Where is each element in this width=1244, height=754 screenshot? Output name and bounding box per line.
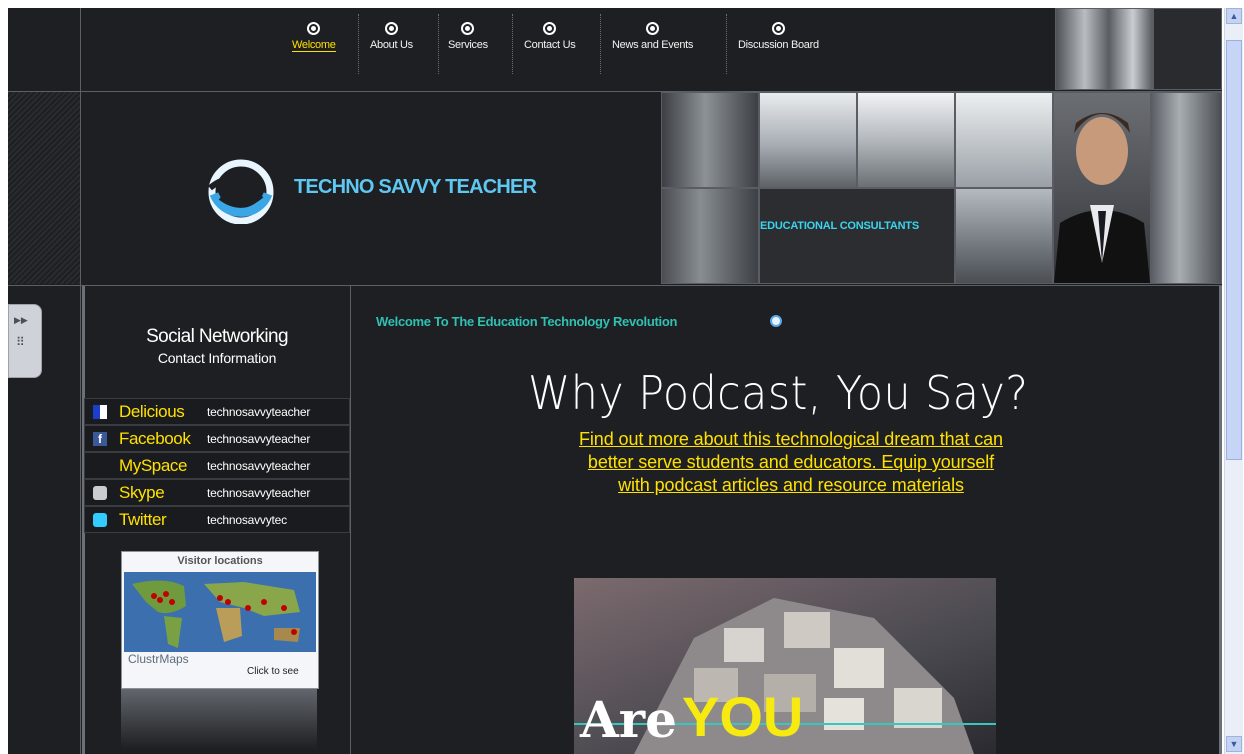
are-you-poster: Are YOU (574, 578, 996, 754)
map-reflection (121, 689, 317, 749)
banner-hatch-pattern (8, 92, 80, 284)
side-expand-tab[interactable]: ▶▶ ⠿ (8, 304, 42, 378)
network-row-twitter[interactable]: Twitter technosavvytec (84, 506, 350, 533)
left-divider (80, 8, 81, 754)
network-row-myspace[interactable]: MySpace technosavvyteacher (84, 452, 350, 479)
photo-tile (759, 188, 955, 284)
nav-services[interactable]: Services (448, 22, 488, 51)
nav-bullet-icon (646, 22, 660, 35)
banner-photo-grid (661, 92, 1222, 284)
photo-tile (955, 188, 1053, 284)
photo-tile (661, 92, 759, 188)
network-row-delicious[interactable]: Delicious technosavvyteacher (84, 398, 350, 425)
skype-icon (93, 486, 107, 500)
delicious-icon (93, 405, 107, 419)
header-corner-tile (1153, 8, 1222, 90)
portrait-photo (1053, 92, 1151, 284)
brand-name: TECHNO SAVVY TEACHER (294, 176, 537, 198)
nav-separator (358, 14, 359, 74)
scroll-up-icon[interactable]: ▲ (1226, 8, 1242, 24)
nav-news-and-events[interactable]: News and Events (612, 22, 693, 51)
network-row-facebook[interactable]: f Facebook technosavvyteacher (84, 425, 350, 452)
photo-tile (1151, 92, 1222, 284)
nav-contact-us[interactable]: Contact Us (524, 22, 576, 51)
click-to-see-link[interactable]: Click to see (247, 666, 299, 677)
brand-tagline: EDUCATIONAL CONSULTANTS (760, 220, 919, 232)
facebook-icon: f (93, 432, 107, 446)
nav-bullet-icon (543, 22, 557, 35)
sidebar: Social Networking Contact Information De… (84, 288, 350, 754)
nav-welcome[interactable]: Welcome (292, 22, 336, 52)
world-map-icon (124, 572, 316, 652)
podcast-promo-link[interactable]: Find out more about this technological d… (486, 428, 1096, 497)
businessman-portrait-icon (1054, 113, 1150, 283)
network-row-skype[interactable]: Skype technosavvyteacher (84, 479, 350, 506)
nav-bullet-icon (771, 22, 785, 35)
content-right-border (1219, 286, 1222, 754)
photo-tile (661, 188, 759, 284)
nav-separator (726, 14, 727, 74)
photo-tile (759, 92, 857, 188)
podcast-headline: Why Podcast, You Say? (528, 366, 1029, 420)
top-navigation: Welcome About Us Services Contact Us New… (82, 8, 1056, 90)
welcome-heading: Welcome To The Education Technology Revo… (376, 314, 678, 329)
photo-tile (857, 92, 955, 188)
sidebar-subtitle: Contact Information (157, 350, 277, 366)
logo-icon (208, 159, 274, 224)
nav-discussion-board[interactable]: Discussion Board (738, 22, 819, 51)
sidebar-right-border (350, 286, 351, 754)
scroll-thumb[interactable] (1226, 40, 1242, 460)
scroll-down-icon[interactable]: ▼ (1226, 736, 1242, 752)
nav-about-us[interactable]: About Us (370, 22, 413, 51)
nav-bullet-icon (307, 22, 321, 35)
nav-bullet-icon (384, 22, 398, 35)
browser-viewport: Welcome About Us Services Contact Us New… (8, 8, 1222, 754)
twitter-icon (93, 513, 107, 527)
grip-icon: ⠿ (16, 335, 25, 349)
globe-icon (770, 315, 782, 327)
sidebar-title: Social Networking (146, 326, 288, 347)
vertical-scrollbar[interactable]: ▲ ▼ (1224, 8, 1243, 754)
nav-separator (438, 14, 439, 74)
building-photo-tile (1055, 8, 1153, 90)
banner-divider (8, 285, 1222, 286)
photo-tile (955, 92, 1053, 188)
nav-bullet-icon (461, 22, 475, 35)
nav-separator (600, 14, 601, 74)
nav-separator (512, 14, 513, 74)
fast-forward-icon: ▶▶ (14, 315, 28, 325)
visitor-map-widget[interactable]: Visitor locations ClustrMaps Click to se… (121, 551, 319, 689)
myspace-icon (93, 459, 107, 473)
